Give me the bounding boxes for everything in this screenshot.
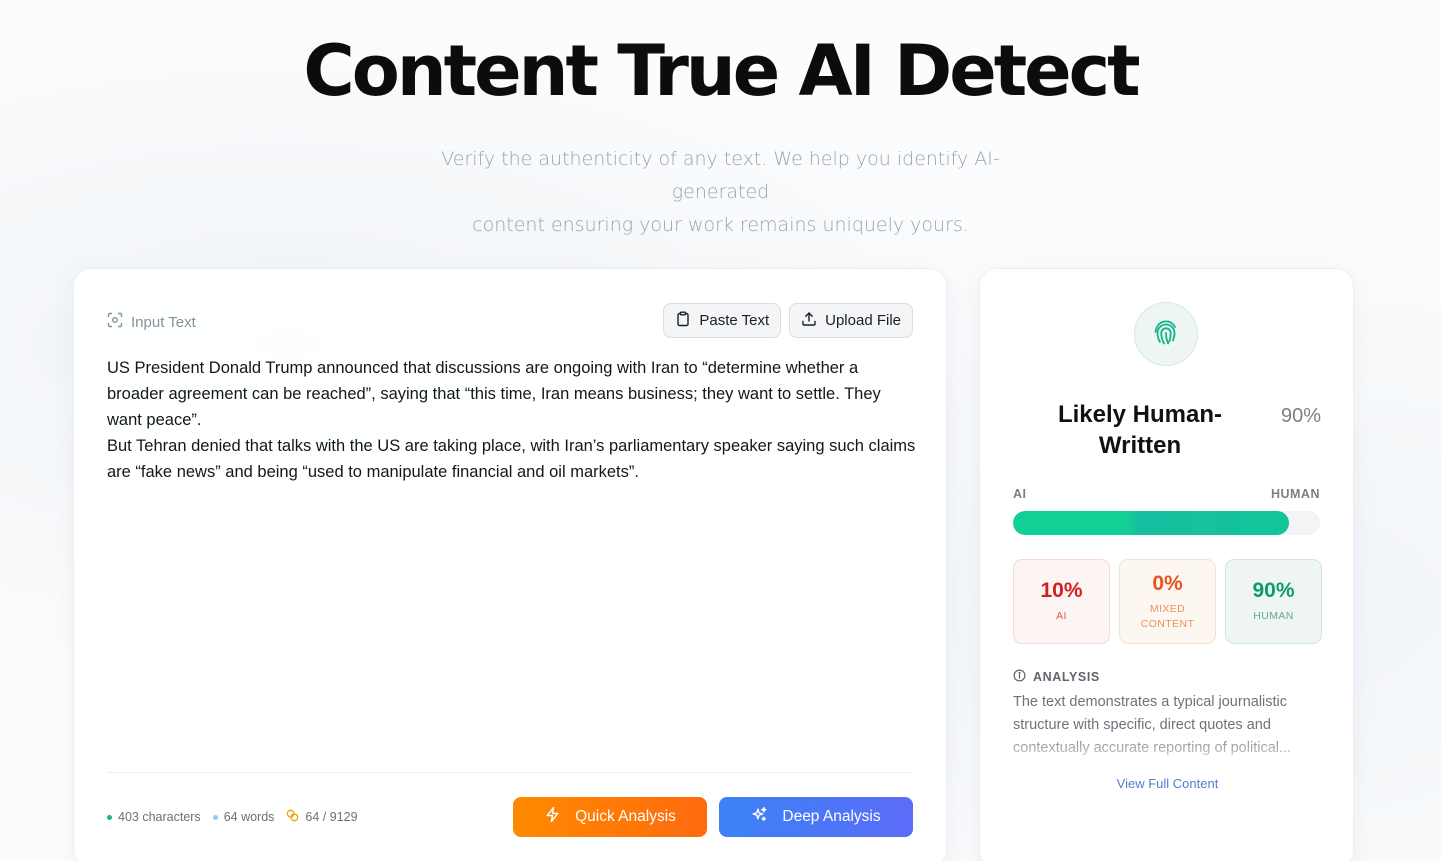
token-count: 64 / 9129 <box>286 809 358 825</box>
mixed-metric-box: 0% MIXED CONTENT <box>1119 559 1216 644</box>
view-full-content-link[interactable]: View Full Content <box>980 776 1355 791</box>
upload-file-label: Upload File <box>825 312 901 329</box>
character-count-text: 403 characters <box>118 810 201 824</box>
analysis-line: structure with specific, direct quotes a… <box>1013 717 1271 733</box>
text-paragraph: US President Donald Trump announced that… <box>107 359 881 429</box>
fingerprint-icon <box>1150 316 1182 353</box>
word-count: 64 words <box>212 810 275 824</box>
clipboard-icon <box>675 311 691 331</box>
analysis-line: The text demonstrates a typical journali… <box>1013 694 1288 710</box>
verdict-title: Likely Human-Written <box>1057 401 1223 459</box>
input-panel: Input Text Paste Text Upload File US Pre… <box>73 268 947 861</box>
deep-analysis-label: Deep Analysis <box>782 808 881 825</box>
result-panel: Likely Human-Written 90% AI HUMAN 10% AI… <box>979 268 1354 861</box>
subtitle-line: content ensuring your work remains uniqu… <box>472 214 969 236</box>
upload-icon <box>801 311 817 331</box>
quick-analysis-label: Quick Analysis <box>575 808 676 825</box>
analysis-summary: The text demonstrates a typical journali… <box>1013 691 1325 761</box>
metric-boxes: 10% AI 0% MIXED CONTENT 90% HUMAN <box>1013 559 1322 644</box>
mixed-percentage: 0% <box>1152 571 1183 595</box>
human-metric-box: 90% HUMAN <box>1225 559 1322 644</box>
score-bar-fill <box>1013 511 1290 535</box>
analysis-heading: ANALYSIS <box>1013 669 1100 685</box>
paste-text-label: Paste Text <box>699 312 770 329</box>
token-count-text: 64 / 9129 <box>305 810 358 824</box>
human-percentage: 90% <box>1252 579 1295 602</box>
input-toolbar: Paste Text Upload File <box>663 303 913 338</box>
blue-dot-icon <box>212 814 218 820</box>
page-subtitle: Verify the authenticity of any text. We … <box>401 143 1041 242</box>
score-bar <box>1013 511 1320 535</box>
scan-text-icon <box>107 312 123 332</box>
bar-label-ai: AI <box>1013 487 1027 501</box>
paste-text-button[interactable]: Paste Text <box>663 303 782 338</box>
verdict-percentage: 90% <box>1280 405 1321 427</box>
bar-label-human: HUMAN <box>1270 487 1320 501</box>
word-count-text: 64 words <box>223 810 275 824</box>
quick-analysis-button[interactable]: Quick Analysis <box>513 797 707 837</box>
analysis-heading-text: ANALYSIS <box>1033 670 1100 684</box>
analysis-line: contextually accurate reporting of polit… <box>1013 740 1292 756</box>
fingerprint-badge <box>1134 302 1198 366</box>
character-count: 403 characters <box>107 810 201 824</box>
divider <box>107 772 913 773</box>
subtitle-line: Verify the authenticity of any text. We … <box>441 148 1000 203</box>
input-label: Input Text <box>107 312 196 332</box>
mixed-label-line: CONTENT <box>1140 617 1195 630</box>
score-bar-labels: AI HUMAN <box>1013 487 1320 501</box>
lightning-icon <box>544 806 561 828</box>
mixed-metric-label: MIXED CONTENT <box>1141 602 1195 632</box>
info-icon <box>1013 669 1026 685</box>
human-metric-label: HUMAN <box>1253 610 1294 622</box>
text-stats: 403 characters 64 words 64 / 9129 <box>107 809 358 825</box>
analysis-buttons: Quick Analysis Deep Analysis <box>513 797 913 837</box>
ai-metric-label: AI <box>1056 610 1067 622</box>
coins-icon <box>286 809 299 825</box>
mixed-label-line: MIXED <box>1149 602 1186 615</box>
page-title: Content True AI Detect <box>303 30 1140 112</box>
text-input-area[interactable]: US President Donald Trump announced that… <box>107 355 917 485</box>
input-label-text: Input Text <box>131 313 196 331</box>
green-dot-icon <box>107 814 112 820</box>
sparkles-icon <box>751 806 768 828</box>
upload-file-button[interactable]: Upload File <box>789 303 913 338</box>
ai-percentage: 10% <box>1040 579 1083 602</box>
deep-analysis-button[interactable]: Deep Analysis <box>719 797 913 837</box>
text-paragraph: But Tehran denied that talks with the US… <box>107 437 916 481</box>
ai-metric-box: 10% AI <box>1013 559 1110 644</box>
